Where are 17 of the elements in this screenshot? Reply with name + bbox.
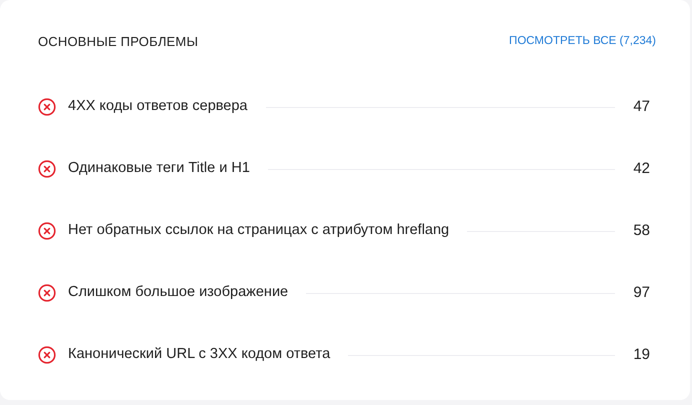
issue-label: Одинаковые теги Title и H1 bbox=[68, 159, 250, 178]
view-all-link[interactable]: ПОСМОТРЕТЬ ВСЕ (7,234) bbox=[509, 33, 656, 51]
error-icon bbox=[38, 98, 56, 116]
error-icon bbox=[38, 346, 56, 364]
issue-count: 19 bbox=[633, 344, 650, 365]
error-icon bbox=[38, 284, 56, 302]
issue-label: Слишком большое изображение bbox=[68, 283, 288, 302]
issue-label: Нет обратных ссылок на страницах с атрибутом hreflang bbox=[68, 221, 450, 240]
issue-count: 42 bbox=[633, 158, 650, 179]
error-icon bbox=[38, 222, 56, 240]
issue-count: 58 bbox=[633, 220, 650, 241]
issue-count: 97 bbox=[633, 282, 650, 303]
issue-label: 4XX коды ответов сервера bbox=[68, 97, 248, 116]
issue-label: Канонический URL с 3XX кодом ответа bbox=[68, 345, 330, 364]
error-icon bbox=[38, 160, 56, 178]
issue-count: 47 bbox=[633, 96, 650, 117]
section-title: ОСНОВНЫЕ ПРОБЛЕМЫ bbox=[38, 33, 198, 52]
